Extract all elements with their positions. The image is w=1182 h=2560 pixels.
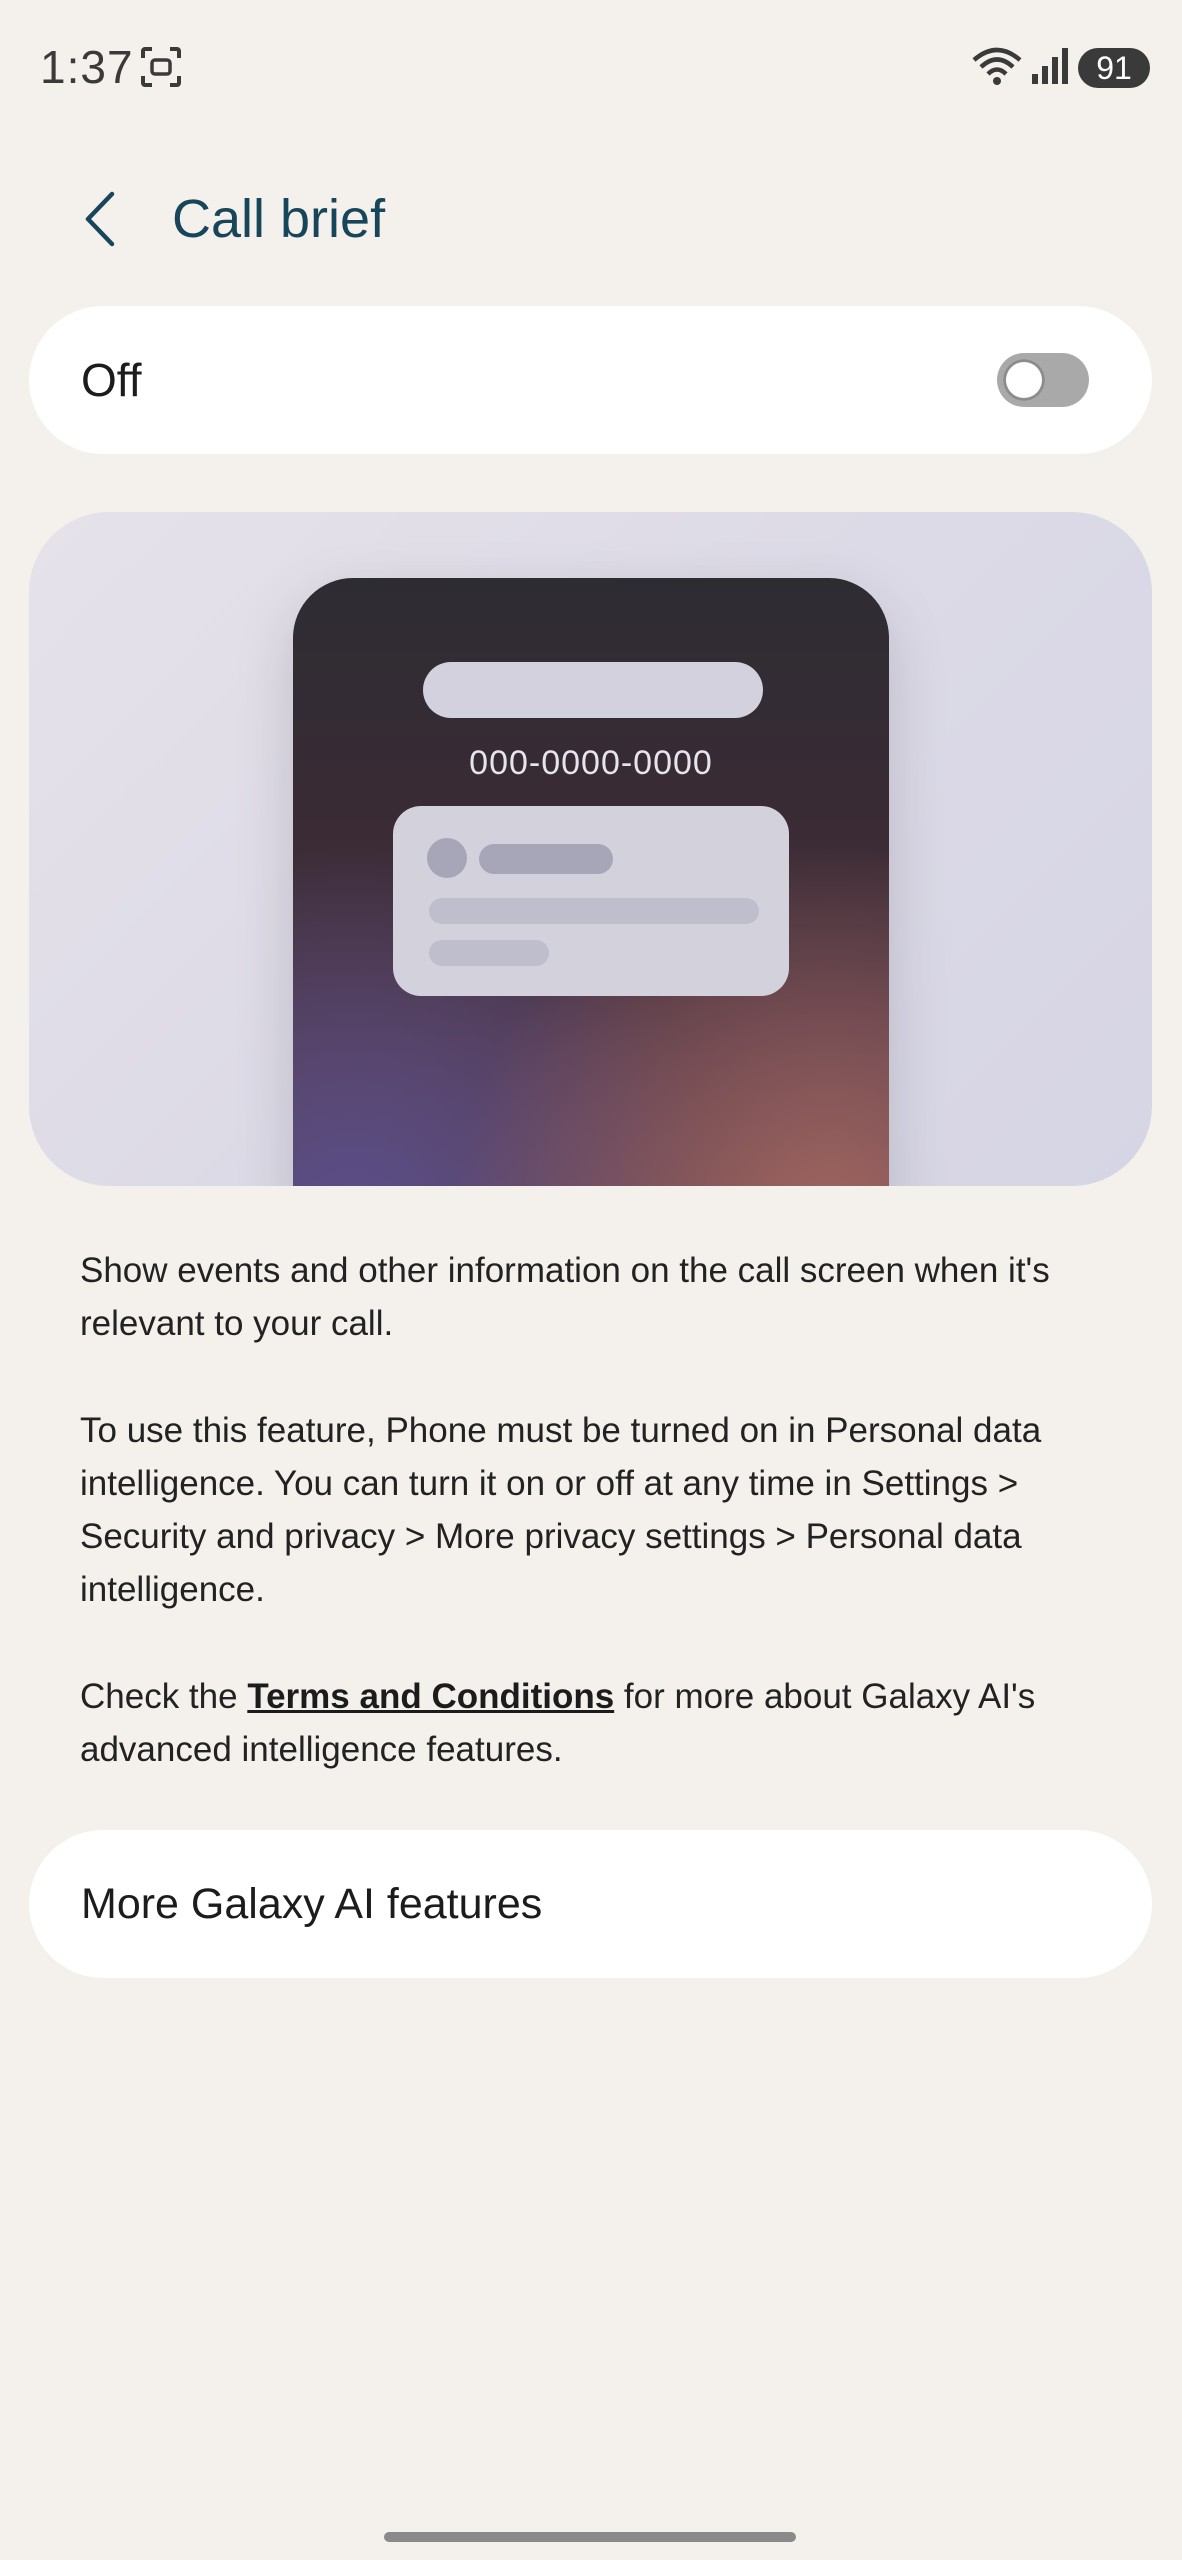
caller-name-placeholder: [423, 662, 763, 718]
page-title: Call brief: [172, 189, 386, 249]
wifi-icon: [972, 47, 1022, 85]
terms-and-conditions-link[interactable]: Terms and Conditions: [247, 1677, 614, 1716]
toggle-state-label: Off: [81, 354, 142, 406]
battery-indicator: 91: [1078, 48, 1150, 88]
status-time: 1:37: [40, 41, 134, 93]
phone-number-text: 000-0000-0000: [469, 744, 713, 782]
info-card-avatar: [427, 838, 467, 878]
call-brief-switch[interactable]: [997, 353, 1089, 407]
switch-knob: [1003, 359, 1045, 401]
screenshot-scan-icon: [141, 47, 181, 87]
back-arrow-icon[interactable]: [76, 186, 126, 252]
info-card-line-placeholder: [429, 898, 759, 924]
feature-illustration: 000-0000-0000: [29, 512, 1152, 1186]
info-card-line-short-placeholder: [429, 940, 549, 966]
phone-mockup: 000-0000-0000: [293, 578, 889, 1186]
battery-level: 91: [1096, 49, 1132, 86]
more-galaxy-ai-features-button[interactable]: More Galaxy AI features: [29, 1830, 1152, 1978]
call-brief-toggle-row[interactable]: Off: [29, 306, 1152, 454]
description-paragraph-2: To use this feature, Phone must be turne…: [80, 1411, 1042, 1609]
home-gesture-bar[interactable]: [384, 2532, 796, 2542]
info-card-title-placeholder: [479, 844, 613, 874]
call-info-card: [393, 806, 789, 996]
more-features-label: More Galaxy AI features: [81, 1880, 543, 1928]
description-paragraph-1: Show events and other information on the…: [80, 1251, 1050, 1343]
cellular-signal-icon: [1032, 48, 1068, 84]
description-paragraph-3: Check the Terms and Conditions for more …: [80, 1670, 1120, 1776]
terms-prefix: Check the: [80, 1677, 248, 1716]
status-bar: 1:37 91: [0, 0, 1182, 140]
